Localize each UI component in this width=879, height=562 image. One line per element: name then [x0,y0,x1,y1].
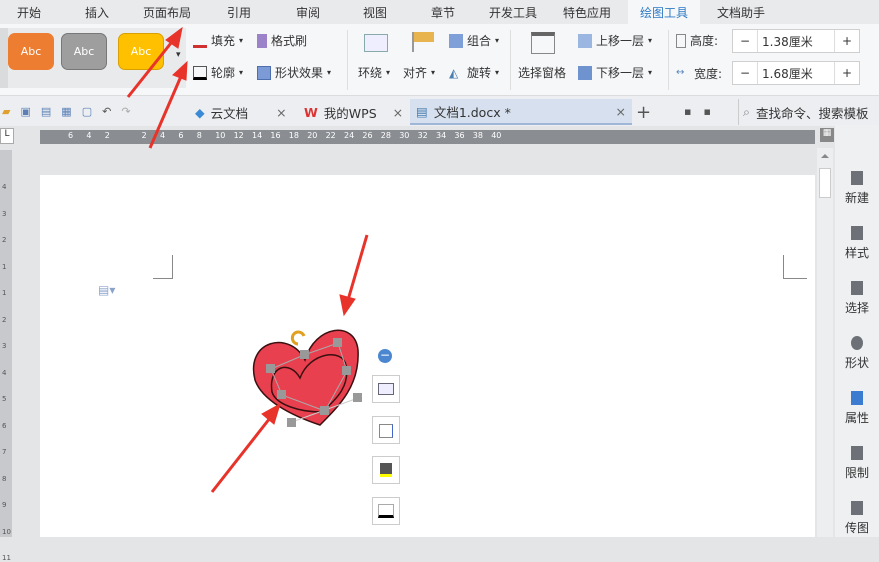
sidebar-label: 属性 [844,411,869,425]
fill-quick-button[interactable] [372,456,400,484]
line-color-quick-button[interactable] [372,497,400,525]
sidebar-properties[interactable]: 属性 [835,391,879,426]
properties-icon [851,391,863,405]
collapse-layout-icon[interactable]: − [378,349,392,363]
sidebar-label: 新建 [844,191,869,205]
restrict-icon [851,446,863,460]
sidebar-label: 样式 [844,246,869,260]
sidebar-label: 传图 [844,521,869,535]
style-icon [851,226,863,240]
paint-bucket-icon [380,463,392,477]
sidebar-label: 形状 [844,356,869,370]
vruler-tick-label: 11 [2,554,11,562]
image-icon [851,501,863,515]
right-sidebar: 新建 样式 选择 形状 属性 限制 传图 [835,125,879,537]
pencil-icon [378,504,394,518]
sidebar-restrict[interactable]: 限制 [835,446,879,481]
annotation-arrows [126,26,369,493]
vertical-scrollbar[interactable] [817,148,833,537]
select-icon [851,281,863,295]
drawing-layer [126,26,369,493]
shape-outline-quick-button[interactable] [372,416,400,444]
sidebar-select[interactable]: 选择 [835,281,879,316]
outline-pen-icon [379,424,393,438]
wrap-layout-icon [378,383,394,395]
scroll-up-icon[interactable] [821,150,829,158]
sidebar-label: 选择 [844,301,869,315]
sidebar-shape[interactable]: 形状 [835,336,879,371]
scroll-thumb[interactable] [819,168,831,198]
shape-icon [851,336,863,350]
layout-options-button[interactable] [372,375,400,403]
sidebar-upload-image[interactable]: 传图 [835,501,879,536]
sidebar-style[interactable]: 样式 [835,226,879,261]
sidebar-new[interactable]: 新建 [835,171,879,206]
sidebar-label: 限制 [844,466,869,480]
rotate-handle-icon [290,330,306,346]
new-doc-icon [851,171,863,185]
